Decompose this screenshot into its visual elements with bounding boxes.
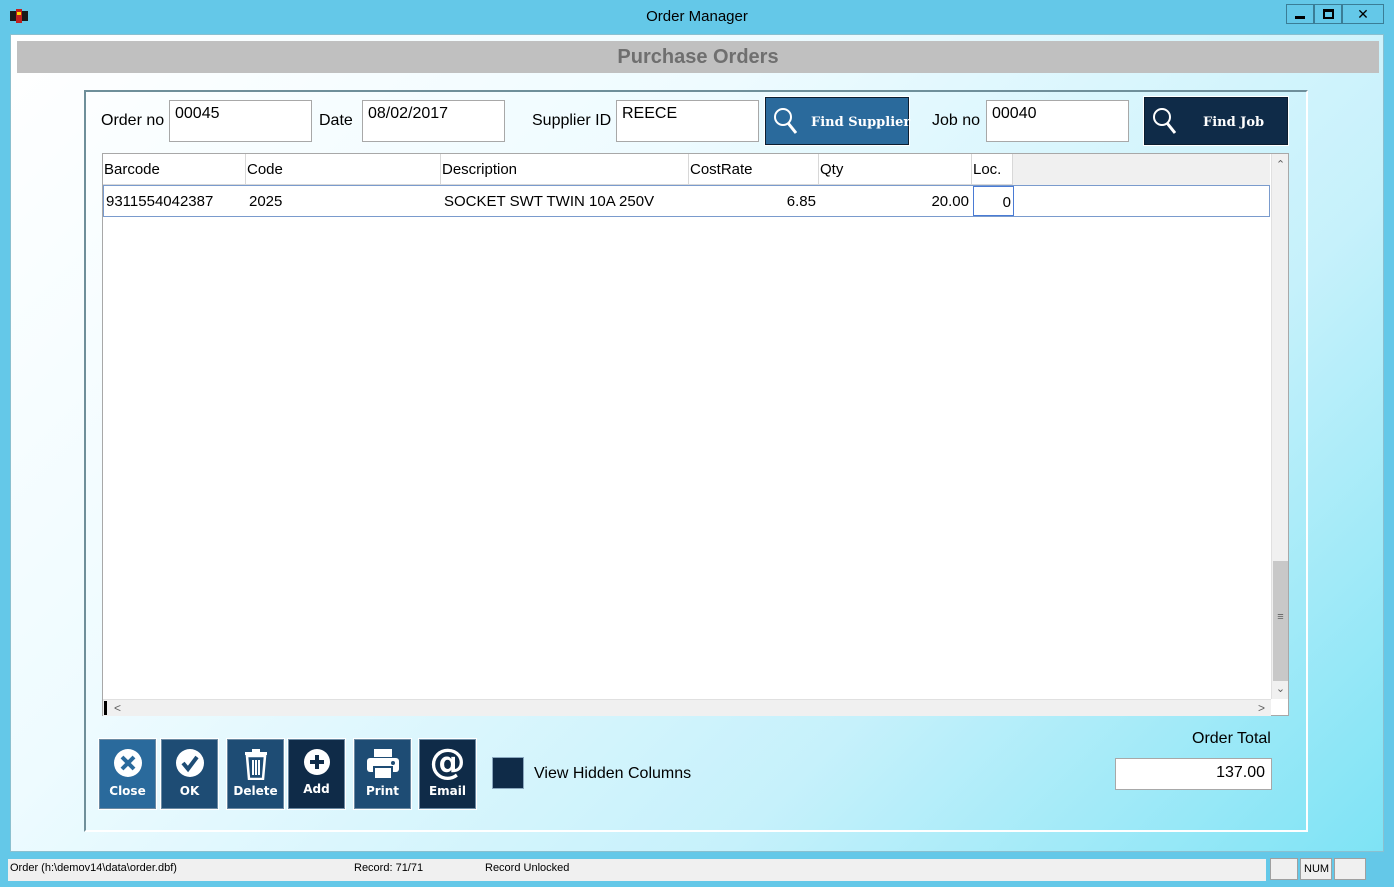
column-header-costrate[interactable]: CostRate bbox=[689, 154, 819, 185]
scroll-down-icon[interactable]: ⌄ bbox=[1272, 681, 1289, 698]
order-total-field: 137.00 bbox=[1115, 758, 1272, 790]
window-title: Order Manager bbox=[646, 8, 748, 25]
page-title: Purchase Orders bbox=[17, 41, 1379, 73]
print-label: Print bbox=[365, 784, 400, 798]
supplier-id-label: Supplier ID bbox=[532, 112, 612, 129]
search-icon bbox=[774, 108, 797, 134]
delete-label: Delete bbox=[233, 784, 278, 798]
order-no-label: Order no bbox=[101, 112, 165, 129]
status-indicator-num: NUM bbox=[1300, 858, 1332, 880]
grip-icon: ≡ bbox=[1277, 611, 1284, 623]
column-header-loc[interactable]: Loc. bbox=[972, 154, 1013, 185]
column-header-qty[interactable]: Qty bbox=[819, 154, 972, 185]
email-label: Email bbox=[428, 784, 467, 798]
title-bar: Order Manager ✕ bbox=[0, 0, 1394, 32]
maximize-button[interactable] bbox=[1314, 4, 1342, 24]
add-label: Add bbox=[303, 782, 330, 796]
add-button[interactable]: Add bbox=[287, 738, 346, 810]
order-total-label: Order Total bbox=[1192, 730, 1271, 747]
vertical-scrollbar[interactable]: ⌄ ≡ ⌄ bbox=[1271, 154, 1288, 699]
trash-icon bbox=[244, 749, 267, 780]
email-button[interactable]: @ Email bbox=[418, 738, 477, 810]
view-hidden-columns-label: View Hidden Columns bbox=[534, 765, 692, 782]
minimize-icon bbox=[1295, 15, 1305, 19]
maximize-icon bbox=[1322, 9, 1334, 19]
horizontal-scrollbar[interactable]: < > bbox=[103, 699, 1271, 716]
status-lock: Record Unlocked bbox=[485, 862, 570, 874]
ok-label: OK bbox=[179, 784, 200, 798]
view-hidden-columns-checkbox[interactable] bbox=[492, 757, 524, 789]
cell-loc-editor[interactable]: 0 bbox=[973, 186, 1014, 216]
close-window-button[interactable]: ✕ bbox=[1342, 4, 1384, 24]
cell-barcode[interactable]: 9311554042387 bbox=[106, 186, 246, 216]
close-circle-icon bbox=[113, 749, 142, 777]
grid-header: Barcode Code Description CostRate Qty Lo… bbox=[103, 154, 1270, 185]
checkmark-icon bbox=[175, 749, 204, 777]
job-no-field[interactable]: 00040 bbox=[986, 100, 1129, 142]
close-label: Close bbox=[109, 784, 146, 798]
scroll-right-icon[interactable]: > bbox=[1253, 700, 1270, 717]
cell-code[interactable]: 2025 bbox=[249, 186, 439, 216]
cell-description[interactable]: SOCKET SWT TWIN 10A 250V bbox=[444, 186, 689, 216]
column-header-barcode[interactable]: Barcode bbox=[103, 154, 246, 185]
ok-button[interactable]: OK bbox=[160, 738, 219, 810]
printer-icon bbox=[366, 749, 399, 780]
order-no-field[interactable]: 00045 bbox=[169, 100, 312, 142]
supplier-id-field[interactable]: REECE bbox=[616, 100, 759, 142]
scroll-left-icon[interactable]: < bbox=[109, 700, 126, 717]
scroll-thumb[interactable]: ≡ bbox=[1273, 561, 1288, 681]
column-header-description[interactable]: Description bbox=[441, 154, 689, 185]
find-supplier-button[interactable]: Find Supplier bbox=[764, 96, 911, 146]
cell-costrate[interactable]: 6.85 bbox=[690, 186, 818, 216]
plus-icon bbox=[303, 749, 330, 775]
column-header-code[interactable]: Code bbox=[246, 154, 441, 185]
cell-qty[interactable]: 20.00 bbox=[820, 186, 971, 216]
find-job-button[interactable]: Find Job bbox=[1143, 96, 1289, 146]
scroll-position-marker bbox=[104, 701, 107, 715]
status-bar: Order (h:\demov14\data\order.dbf) Record… bbox=[0, 855, 1394, 887]
date-label: Date bbox=[319, 112, 353, 129]
status-record: Record: 71/71 bbox=[354, 862, 424, 874]
table-row[interactable]: 9311554042387 2025 SOCKET SWT TWIN 10A 2… bbox=[103, 185, 1270, 217]
search-icon bbox=[1153, 108, 1176, 134]
at-sign-icon: @ bbox=[429, 742, 466, 783]
status-indicator-caps bbox=[1270, 858, 1298, 880]
find-job-label: Find Job bbox=[1203, 115, 1265, 130]
scroll-up-icon[interactable]: ⌄ bbox=[1272, 154, 1289, 171]
header-filler bbox=[1013, 154, 1270, 185]
date-field[interactable]: 08/02/2017 bbox=[362, 100, 505, 142]
minimize-button[interactable] bbox=[1286, 4, 1314, 24]
status-segment bbox=[8, 859, 1266, 881]
close-button[interactable]: Close bbox=[98, 738, 157, 810]
status-indicator-scroll bbox=[1334, 858, 1366, 880]
close-icon: ✕ bbox=[1357, 5, 1369, 22]
job-no-label: Job no bbox=[932, 112, 981, 129]
status-file: Order (h:\demov14\data\order.dbf) bbox=[10, 862, 177, 874]
delete-button[interactable]: Delete bbox=[226, 738, 285, 810]
print-button[interactable]: Print bbox=[353, 738, 412, 810]
find-supplier-label: Find Supplier bbox=[811, 115, 911, 130]
order-lines-grid[interactable]: Barcode Code Description CostRate Qty Lo… bbox=[102, 153, 1289, 716]
